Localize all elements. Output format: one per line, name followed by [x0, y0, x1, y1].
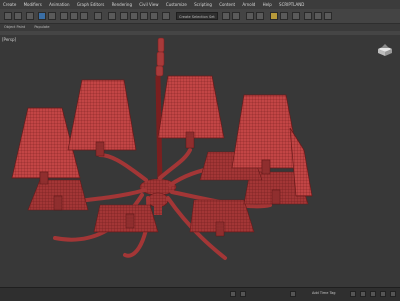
select-icon[interactable] [38, 12, 46, 20]
absolute-mode-icon[interactable] [240, 291, 246, 297]
menu-graph-editors[interactable]: Graph Editors [74, 0, 107, 9]
menu-create[interactable]: Create [0, 0, 19, 9]
render-icon[interactable] [324, 12, 332, 20]
named-selection-icon[interactable] [162, 12, 170, 20]
render-frame-icon[interactable] [314, 12, 322, 20]
menu-customize[interactable]: Customize [163, 0, 190, 9]
redo-icon[interactable] [14, 12, 22, 20]
menu-animation[interactable]: Animation [46, 0, 72, 9]
material-editor-icon[interactable] [292, 12, 300, 20]
menu-civil-view[interactable]: Civil View [136, 0, 161, 9]
menu-modifiers[interactable]: Modifiers [21, 0, 45, 9]
sub-toolbar: Object Paint Populate [0, 24, 400, 31]
pivot-icon[interactable] [108, 12, 116, 20]
move-icon[interactable] [60, 12, 68, 20]
view-dropdown-icon[interactable] [94, 12, 102, 20]
menu-arnold[interactable]: Arnold [239, 0, 258, 9]
key-icon[interactable] [360, 291, 366, 297]
scale-icon[interactable] [80, 12, 88, 20]
layer-icon[interactable] [246, 12, 254, 20]
play-icon[interactable] [350, 291, 356, 297]
grid-icon[interactable] [290, 291, 296, 297]
select-region-icon[interactable] [48, 12, 56, 20]
scene-explorer-icon[interactable] [256, 12, 264, 20]
zoom-icon[interactable] [370, 291, 376, 297]
rotate-icon[interactable] [70, 12, 78, 20]
menu-help[interactable]: Help [260, 0, 275, 9]
status-bar: Add Time Tag [0, 287, 400, 301]
lock-icon[interactable] [230, 291, 236, 297]
tab-populate[interactable]: Populate [30, 24, 53, 31]
schematic-icon[interactable] [280, 12, 288, 20]
menu-content[interactable]: Content [216, 0, 238, 9]
create-selection-set-field[interactable]: Create Selection Set [176, 12, 218, 20]
snap-icon[interactable] [120, 12, 128, 20]
align-icon[interactable] [232, 12, 240, 20]
menu-rendering[interactable]: Rendering [109, 0, 135, 9]
render-setup-icon[interactable] [304, 12, 312, 20]
menu-scripting[interactable]: Scripting [191, 0, 215, 9]
orbit-icon[interactable] [390, 291, 396, 297]
perspective-viewport[interactable]: [Persp] [0, 35, 400, 287]
spinner-snap-icon[interactable] [150, 12, 158, 20]
link-icon[interactable] [26, 12, 34, 20]
chandelier-model[interactable] [0, 35, 400, 287]
menu-scriptland[interactable]: SCRIPTLAND [276, 0, 307, 9]
chain [155, 37, 165, 77]
curve-editor-icon[interactable] [270, 12, 278, 20]
tab-object-paint[interactable]: Object Paint [0, 24, 29, 31]
mirror-icon[interactable] [222, 12, 230, 20]
percent-snap-icon[interactable] [140, 12, 148, 20]
pan-icon[interactable] [380, 291, 386, 297]
angle-snap-icon[interactable] [130, 12, 138, 20]
menu-bar: Create Modifiers Animation Graph Editors… [0, 0, 400, 9]
add-time-tag[interactable]: Add Time Tag [312, 291, 336, 295]
undo-icon[interactable] [4, 12, 12, 20]
